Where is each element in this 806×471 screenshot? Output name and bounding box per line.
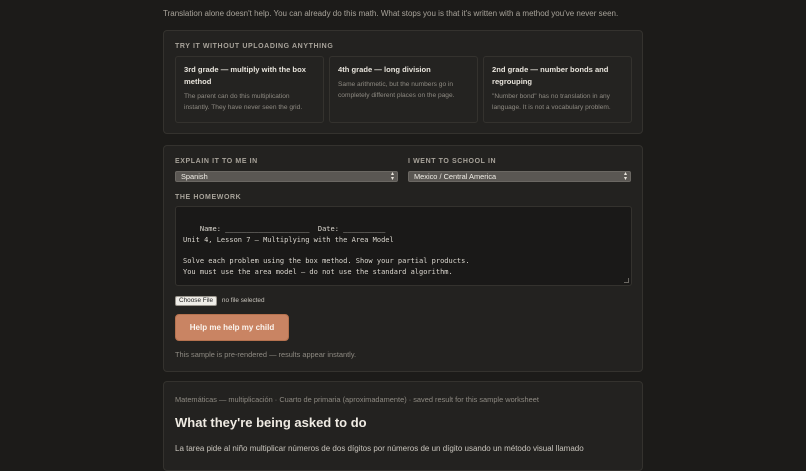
result-heading: What they're being asked to do — [175, 415, 367, 430]
homework-label: THE HOMEWORK — [175, 194, 242, 201]
sample-card-box-method[interactable]: 3rd grade — multiply with the box method… — [175, 56, 324, 123]
sample-card-title: 2nd grade — number bonds and regrouping — [492, 65, 609, 86]
select-arrows-icon: ▴ ▾ — [390, 171, 394, 182]
school-region-select[interactable]: Mexico / Central America ▴ ▾ — [408, 171, 631, 182]
help-submit-button[interactable]: Help me help my child — [175, 314, 289, 341]
sample-card-title: 3rd grade — multiply with the box method — [184, 65, 306, 86]
sample-card-desc: The parent can do this multiplication in… — [184, 93, 303, 111]
explain-language-select[interactable]: Spanish ▴ ▾ — [175, 171, 398, 182]
file-status: no file selected — [221, 297, 265, 304]
intro-text: Translation alone doesn't help. You can … — [163, 9, 619, 18]
sample-card-title: 4th grade — long division — [338, 65, 431, 74]
sample-card-number-bonds[interactable]: 2nd grade — number bonds and regrouping … — [483, 56, 632, 123]
select-arrows-icon: ▴ ▾ — [623, 171, 627, 182]
sample-worksheets-panel: TRY IT WITHOUT UPLOADING ANYTHING 3rd gr… — [163, 30, 643, 134]
explain-language-label: EXPLAIN IT TO ME IN — [175, 158, 258, 165]
prerendered-note: This sample is pre-rendered — results ap… — [175, 350, 357, 359]
sample-card-long-division[interactable]: 4th grade — long division Same arithmeti… — [329, 56, 478, 123]
explain-language-value: Spanish — [181, 172, 208, 181]
homework-textarea[interactable]: Name: ____________________ Date: _______… — [175, 206, 632, 286]
school-region-label: I WENT TO SCHOOL IN — [408, 158, 497, 165]
resize-handle-icon[interactable] — [624, 278, 629, 283]
homework-form-panel: EXPLAIN IT TO ME IN Spanish ▴ ▾ I WENT TO… — [163, 145, 643, 372]
school-region-value: Mexico / Central America — [414, 172, 497, 181]
choose-file-button[interactable]: Choose File — [175, 296, 218, 306]
samples-label: TRY IT WITHOUT UPLOADING ANYTHING — [175, 43, 334, 50]
file-upload-row: Choose File no file selected — [175, 296, 265, 306]
homework-text: Name: ____________________ Date: _______… — [183, 224, 470, 276]
result-panel: Matemáticas — multiplicación · Cuarto de… — [163, 381, 643, 471]
sample-card-desc: "Number bond" has no translation in any … — [492, 93, 611, 111]
sample-card-desc: Same arithmetic, but the numbers go in c… — [338, 81, 455, 99]
result-meta: Matemáticas — multiplicación · Cuarto de… — [175, 395, 539, 404]
